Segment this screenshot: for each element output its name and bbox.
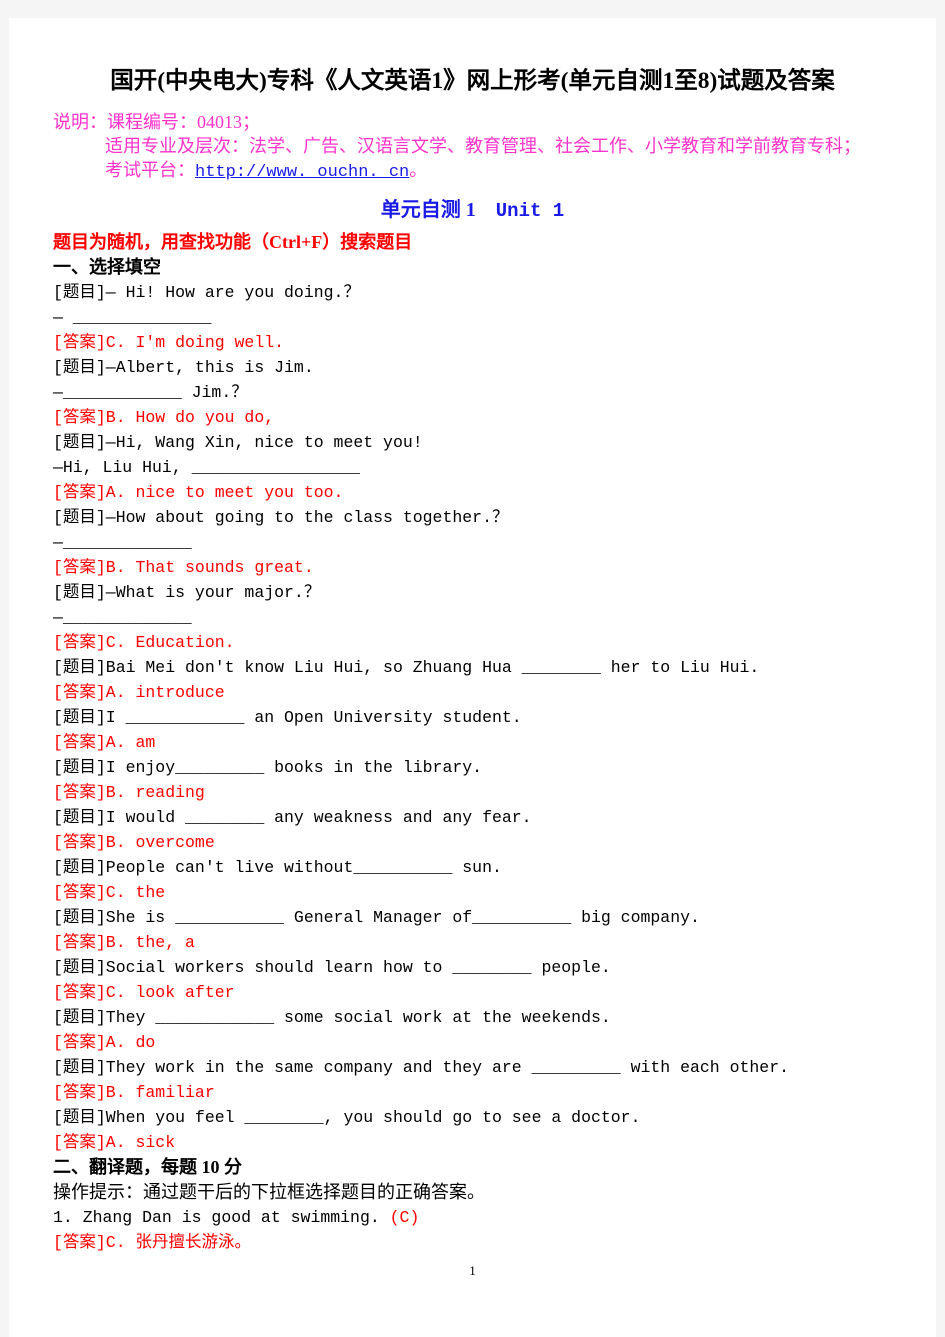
question-line: [题目]They ____________ some social work a… [53, 1008, 611, 1027]
operation-tip: 操作提示：通过题干后的下拉框选择题目的正确答案。 [53, 1182, 485, 1202]
question-line: [题目]I would ________ any weakness and an… [53, 808, 532, 827]
notice-line-majors: 适用专业及层次：法学、广告、汉语言文学、教育管理、社会工作、小学教育和学前教育专… [105, 136, 861, 156]
question-line: [题目]I ____________ an Open University st… [53, 708, 522, 727]
translation-item-1-mark: (C) [389, 1208, 420, 1227]
question-line: [题目]—Albert, this is Jim. [53, 358, 314, 377]
section-header-one: 一、选择填空 [53, 257, 161, 277]
answer-line: [答案]C. look after [53, 983, 235, 1002]
answer-line: [答案]A. sick [53, 1133, 176, 1152]
question-line: —_____________ [53, 533, 192, 552]
translation-item-1-answer: [答案]C. 张丹擅长游泳。 [53, 1233, 252, 1252]
answer-line: [答案]B. overcome [53, 833, 215, 852]
question-line: [题目]—Hi, Wang Xin, nice to meet you! [53, 433, 423, 452]
notice-line-platform: 考试平台：http://www. ouchn. cn。 [53, 158, 892, 185]
answer-line: [答案]A. introduce [53, 683, 225, 702]
question-line: [题目]I enjoy_________ books in the librar… [53, 758, 483, 777]
unit-heading: 单元自测 1 Unit 1 [53, 197, 892, 224]
notice-line-course-code: 说明：课程编号：04013； [53, 112, 260, 132]
notice-block: 说明：课程编号：04013； 适用专业及层次：法学、广告、汉语言文学、教育管理、… [53, 110, 892, 185]
page-shell: 国开(中央电大)专科《人文英语1》网上形考(单元自测1至8)试题及答案 说明：课… [0, 0, 945, 1337]
question-line: [题目]When you feel ________, you should g… [53, 1108, 641, 1127]
question-line: [题目]—What is your major.？ [53, 583, 321, 602]
question-line: [题目]Social workers should learn how to _… [53, 958, 611, 977]
question-line: [题目]—How about going to the class togeth… [53, 508, 509, 527]
document-page: 国开(中央电大)专科《人文英语1》网上形考(单元自测1至8)试题及答案 说明：课… [9, 18, 936, 1337]
platform-label: 考试平台： [105, 160, 195, 180]
answer-line: [答案]B. reading [53, 783, 205, 802]
question-line: [题目]They work in the same company and th… [53, 1058, 790, 1077]
translation-item-1: 1. Zhang Dan is good at swimming. (C) [53, 1205, 892, 1230]
answer-line: [答案]A. do [53, 1033, 156, 1052]
section-header-two: 二、翻译题，每题 10 分 [53, 1157, 242, 1177]
question-line: —Hi, Liu Hui, _________________ [53, 458, 360, 477]
unit-heading-cn: 单元自测 1 [380, 199, 476, 221]
answer-line: [答案]B. How do you do, [53, 408, 275, 427]
answer-line: [答案]C. Education. [53, 633, 235, 652]
qa-list: [题目]— Hi! How are you doing.？ — _________… [53, 280, 892, 1155]
question-line: — ______________ [53, 308, 212, 327]
question-line: —____________ Jim.？ [53, 383, 248, 402]
page-number: 1 [469, 1263, 476, 1278]
question-line: [题目]Bai Mei don't know Liu Hui, so Zhuan… [53, 658, 760, 677]
answer-line: [答案]B. familiar [53, 1083, 215, 1102]
page-title: 国开(中央电大)专科《人文英语1》网上形考(单元自测1至8)试题及答案 [110, 68, 835, 94]
search-tip: 题目为随机，用查找功能（Ctrl+F）搜索题目 [53, 232, 413, 252]
answer-line: [答案]C. I'm doing well. [53, 333, 285, 352]
question-line: [题目]— Hi! How are you doing.？ [53, 283, 360, 302]
question-line: [题目]People can't live without__________ … [53, 858, 502, 877]
answer-line: [答案]B. the, a [53, 933, 195, 952]
question-line: [题目]She is ___________ General Manager o… [53, 908, 700, 927]
document-content: 国开(中央电大)专科《人文英语1》网上形考(单元自测1至8)试题及答案 说明：课… [9, 66, 936, 1255]
translation-item-1-text: 1. Zhang Dan is good at swimming. [53, 1208, 390, 1227]
answer-line: [答案]A. am [53, 733, 156, 752]
exam-platform-link[interactable]: http://www. ouchn. cn [195, 163, 409, 182]
answer-line: [答案]B. That sounds great. [53, 558, 314, 577]
question-line: —_____________ [53, 608, 192, 627]
platform-tail-punctuation: 。 [409, 160, 428, 180]
answer-line: [答案]A. nice to meet you too. [53, 483, 344, 502]
answer-line: [答案]C. the [53, 883, 166, 902]
unit-heading-en: Unit 1 [495, 200, 565, 222]
